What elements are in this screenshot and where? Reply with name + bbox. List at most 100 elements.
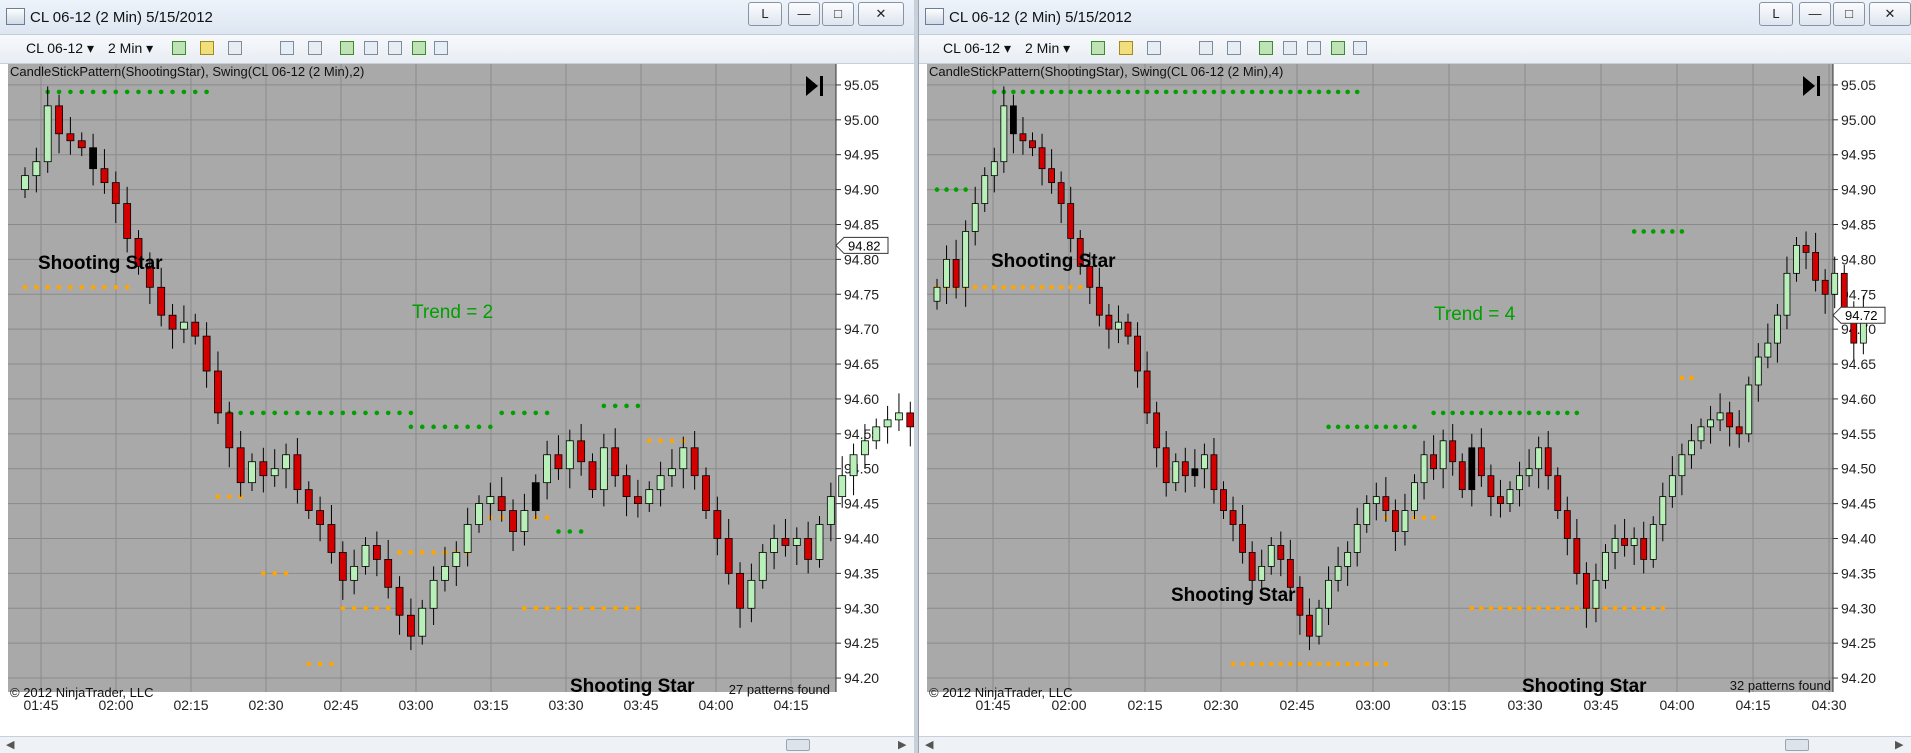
- link-button[interactable]: L: [1759, 2, 1793, 26]
- title-bar[interactable]: CL 06-12 (2 Min) 5/15/2012 L — □ ✕: [919, 0, 1911, 35]
- strategies-icon[interactable]: [1283, 41, 1297, 55]
- stay-in-draw-icon[interactable]: [228, 41, 242, 55]
- swing-high-dot: [1326, 424, 1331, 430]
- swing-low-dot: [1679, 375, 1685, 381]
- x-tick-label: 02:45: [323, 697, 358, 713]
- chart-area[interactable]: 95.05 95.00 94.95 94.90 94.85 94.80 94.75 94.70…: [0, 64, 914, 740]
- zoom-icon[interactable]: [1227, 41, 1241, 55]
- zoom-icon[interactable]: [308, 41, 322, 55]
- properties-icon[interactable]: [434, 41, 448, 55]
- up-candle: [1535, 447, 1543, 470]
- down-candle: [395, 586, 404, 616]
- scroll-thumb[interactable]: [1785, 739, 1809, 751]
- maximize-icon[interactable]: □: [1833, 2, 1865, 26]
- swing-low-dot: [1631, 605, 1637, 611]
- properties-icon[interactable]: [1353, 41, 1367, 55]
- chart-area[interactable]: 95.05 95.00 94.95 94.90 94.85 94.80 94.75 94.70…: [919, 64, 1911, 740]
- down-candle: [1277, 545, 1285, 560]
- swing-high-dot: [1011, 89, 1016, 95]
- swing-low-dot: [261, 571, 266, 576]
- swing-low-dot: [227, 494, 232, 499]
- x-tick-label: 03:15: [473, 697, 508, 713]
- x-tick-label: 04:30: [1811, 697, 1846, 713]
- swing-high-dot: [1097, 89, 1102, 95]
- minimize-icon[interactable]: —: [788, 2, 820, 26]
- swing-high-dot: [261, 410, 266, 416]
- dollar-icon[interactable]: [412, 41, 426, 55]
- draw-pencil-icon[interactable]: [1119, 41, 1133, 55]
- scroll-left-icon[interactable]: ◀: [6, 737, 14, 753]
- close-icon[interactable]: ✕: [1869, 2, 1911, 26]
- horizontal-scrollbar[interactable]: ◀ ▶: [0, 736, 914, 753]
- interval-selector[interactable]: 2 Min ▾: [108, 40, 153, 57]
- down-candle: [1497, 496, 1504, 505]
- link-button[interactable]: L: [748, 2, 782, 26]
- scroll-left-icon[interactable]: ◀: [925, 737, 933, 753]
- swing-high-dot: [1144, 89, 1150, 95]
- data-box-icon[interactable]: [388, 41, 402, 55]
- y-tick-label: 94.70: [844, 321, 879, 337]
- y-tick-label: 94.90: [844, 182, 879, 198]
- price-chart[interactable]: 95.0595.0094.9594.9094.8594.8094.7594.70…: [919, 64, 1911, 735]
- swing-high-dot: [113, 89, 119, 95]
- scroll-right-icon[interactable]: ▶: [1895, 737, 1903, 753]
- swing-high-dot: [1498, 410, 1503, 416]
- down-candle: [372, 545, 381, 560]
- swing-low-dot: [1641, 605, 1646, 611]
- dollar-icon[interactable]: [1331, 41, 1345, 55]
- indicators-icon[interactable]: [1259, 41, 1273, 55]
- up-candle: [1334, 565, 1342, 581]
- instrument-selector[interactable]: CL 06-12 ▾: [943, 40, 1011, 57]
- up-candle: [872, 426, 881, 442]
- chart-window-right: CL 06-12 (2 Min) 5/15/2012 L — □ ✕ CL 06…: [918, 0, 1911, 753]
- indicators-icon[interactable]: [340, 41, 354, 55]
- swing-high-dot: [56, 89, 62, 95]
- up-candle: [1793, 245, 1800, 274]
- stay-in-draw-icon[interactable]: [1147, 41, 1161, 55]
- shooting-star-annotation: Shooting Star: [1171, 585, 1296, 606]
- down-candle: [304, 489, 313, 511]
- y-tick-label: 94.65: [844, 356, 879, 372]
- swing-high-dot: [147, 89, 153, 95]
- cursor-icon[interactable]: [280, 41, 294, 55]
- down-candle: [1095, 286, 1103, 316]
- interval-selector[interactable]: 2 Min ▾: [1025, 40, 1070, 57]
- swing-high-dot: [238, 410, 243, 416]
- swing-high-dot: [635, 403, 641, 409]
- horizontal-scrollbar[interactable]: ◀ ▶: [919, 736, 1911, 753]
- down-candle: [509, 510, 517, 532]
- interval-label: 2 Min: [108, 40, 143, 56]
- y-tick-label: 94.45: [1841, 496, 1876, 512]
- swing-high-dot: [136, 89, 141, 95]
- maximize-icon[interactable]: □: [822, 2, 854, 26]
- up-candle: [1592, 579, 1600, 609]
- x-tick-label: 03:30: [548, 697, 583, 713]
- down-candle: [1477, 447, 1485, 477]
- scroll-thumb[interactable]: [786, 739, 810, 751]
- data-box-icon[interactable]: [1307, 41, 1321, 55]
- instrument-label: CL 06-12: [943, 40, 1001, 56]
- y-tick-label: 94.35: [1841, 565, 1876, 581]
- swing-high-dot: [1326, 89, 1331, 95]
- swing-low-dot: [624, 605, 629, 611]
- down-candle: [1220, 489, 1227, 511]
- strategies-icon[interactable]: [364, 41, 378, 55]
- y-tick-label: 94.85: [844, 216, 879, 232]
- swing-high-dot: [385, 410, 391, 416]
- price-chart[interactable]: 95.0595.0094.9594.9094.8594.8094.7594.70…: [0, 64, 914, 735]
- swing-low-dot: [1650, 605, 1656, 611]
- minimize-icon[interactable]: —: [1799, 2, 1831, 26]
- chart-style-icon[interactable]: [172, 41, 186, 55]
- cursor-icon[interactable]: [1199, 41, 1213, 55]
- swing-high-dot: [1192, 89, 1198, 95]
- draw-pencil-icon[interactable]: [200, 41, 214, 55]
- close-icon[interactable]: ✕: [858, 2, 904, 26]
- swing-low-dot: [1077, 284, 1083, 290]
- down-candle: [236, 447, 245, 484]
- title-bar[interactable]: CL 06-12 (2 Min) 5/15/2012 L — □ ✕: [0, 0, 914, 35]
- scroll-right-icon[interactable]: ▶: [898, 737, 906, 753]
- instrument-selector[interactable]: CL 06-12 ▾: [26, 40, 94, 57]
- up-candle: [32, 161, 41, 177]
- swing-low-dot: [1030, 284, 1035, 290]
- chart-style-icon[interactable]: [1091, 41, 1105, 55]
